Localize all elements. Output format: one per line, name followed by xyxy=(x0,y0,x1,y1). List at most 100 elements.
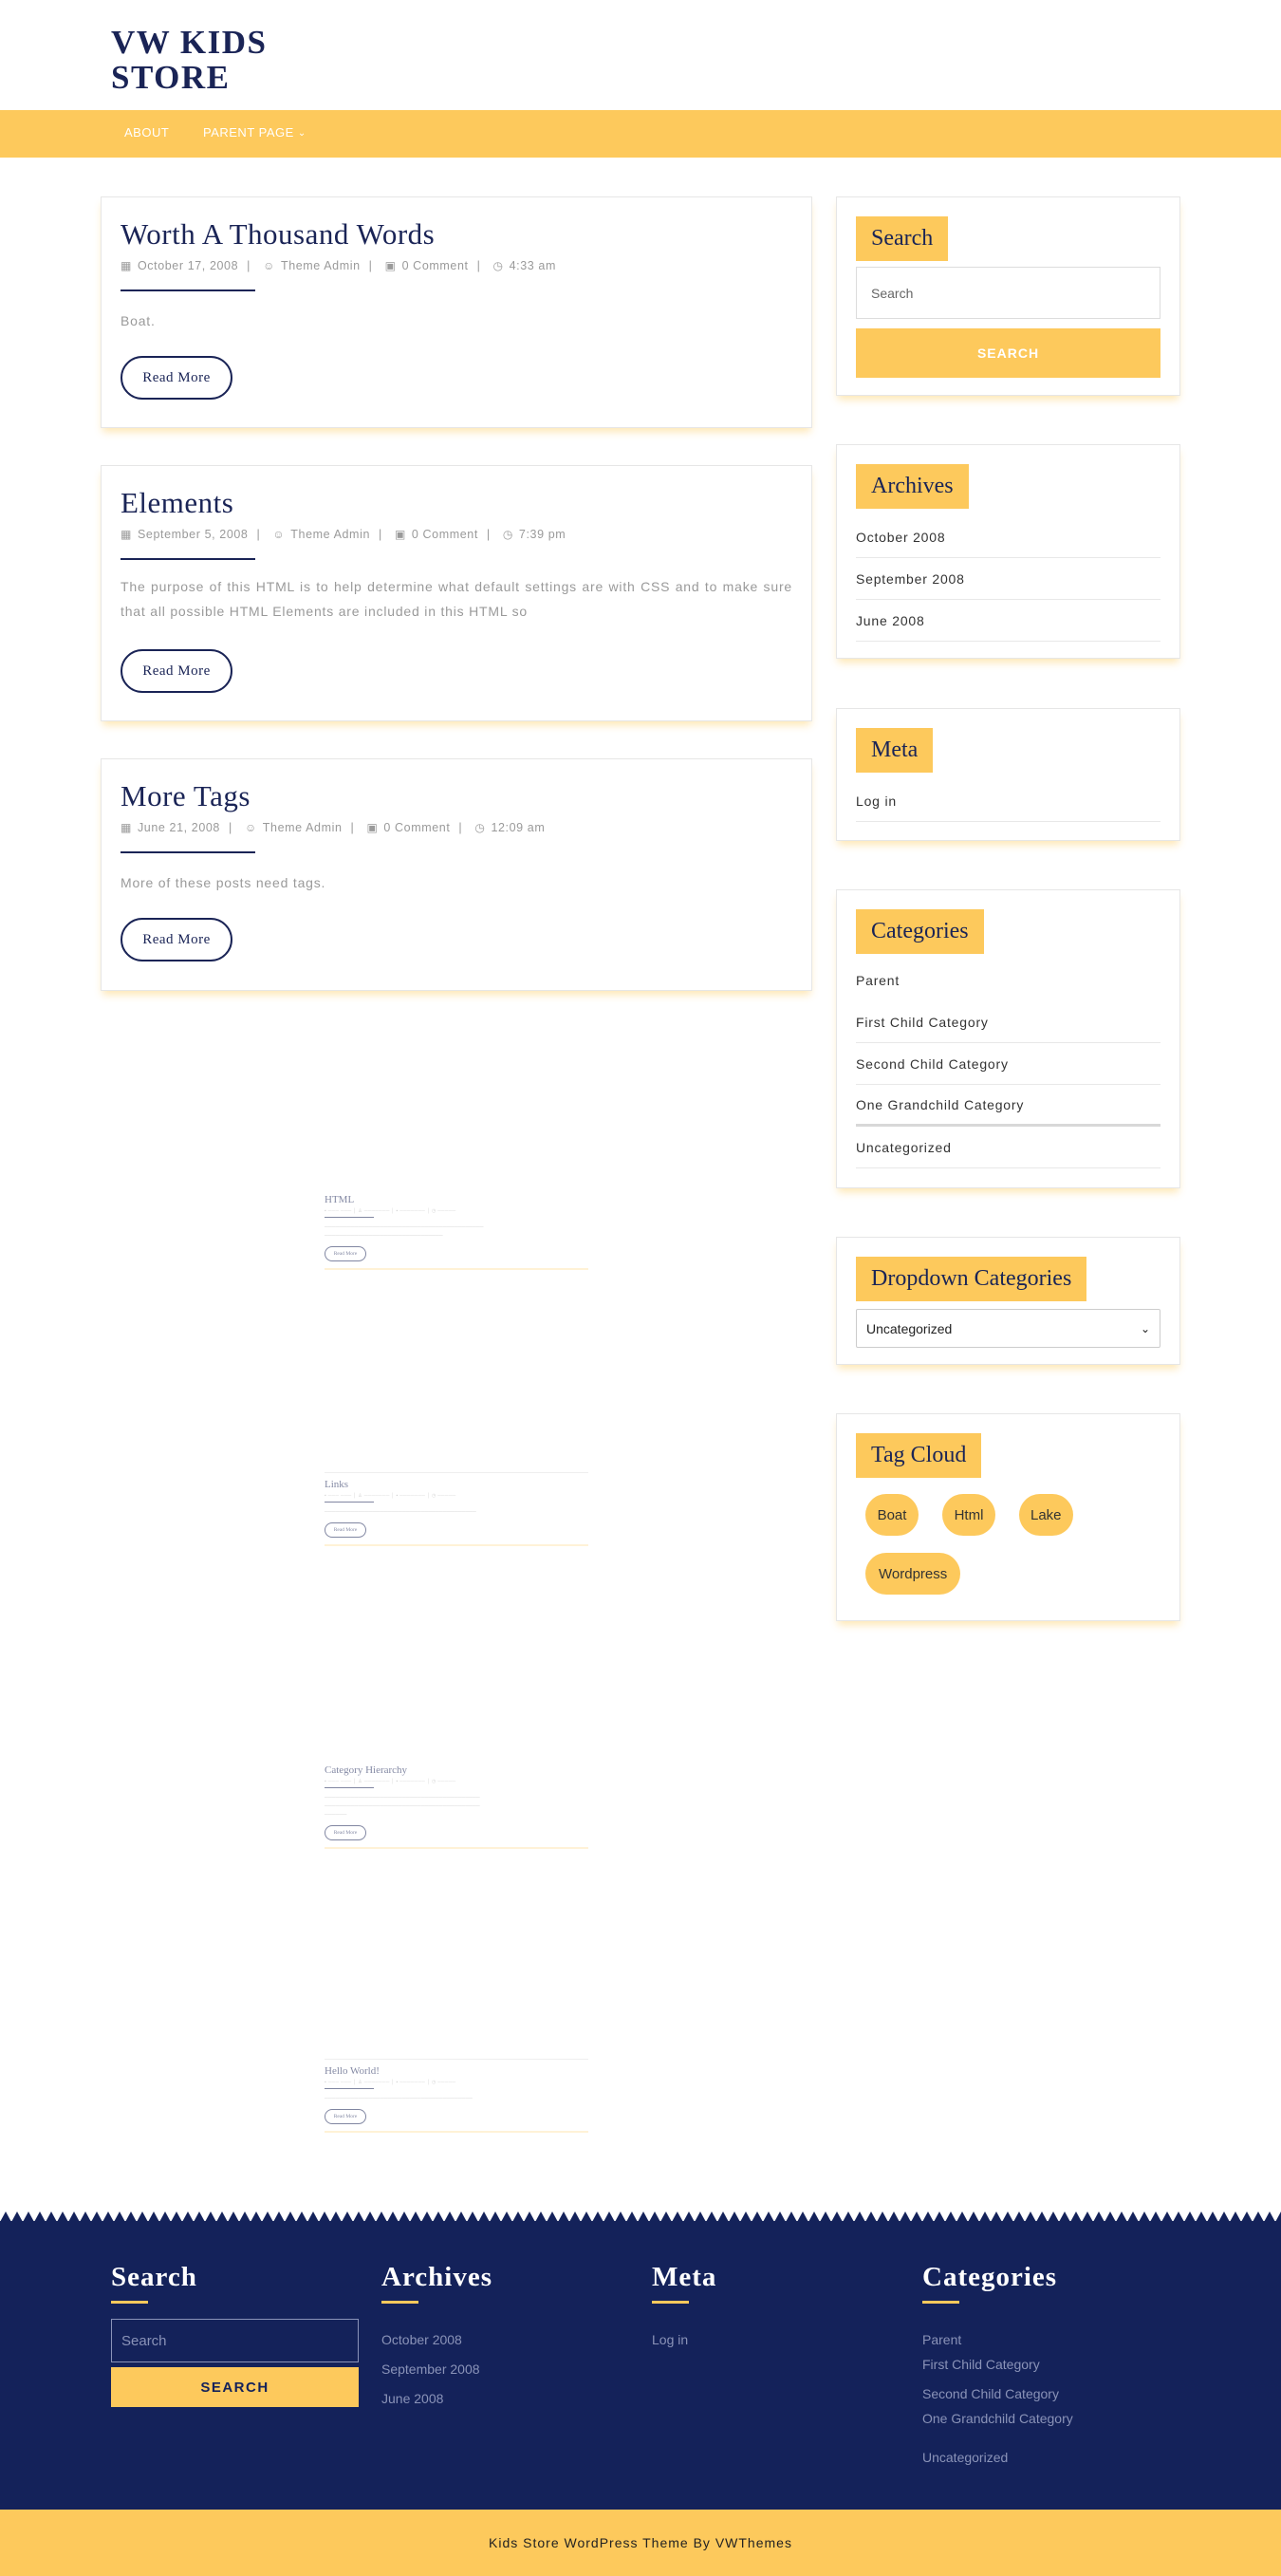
read-more-button[interactable]: Read More xyxy=(325,2109,366,2124)
site-header: VW KIDS STORE xyxy=(0,0,1281,110)
footer-category-link[interactable]: Parent xyxy=(922,2332,961,2347)
tag-link[interactable]: Boat xyxy=(865,1494,919,1536)
post-card: Worth A Thousand Words ▦ October 17, 2008… xyxy=(101,196,812,428)
title-underline xyxy=(121,558,255,560)
post-comments: 0 Comment xyxy=(401,259,469,272)
copyright-text[interactable]: Kids Store WordPress Theme By VWThemes xyxy=(489,2535,792,2550)
card-shadow xyxy=(325,1268,588,1270)
footer-search-input[interactable]: Search xyxy=(111,2319,359,2362)
post-meta: ▦ October 17, 2008 | ☺ Theme Admin | ▣ 0 Comm… xyxy=(121,259,556,272)
category-link[interactable]: Uncategorized xyxy=(856,1127,1160,1168)
post-title[interactable]: Hello World! xyxy=(325,2065,588,2077)
faded-post: Hello World! ▪ ─── ─── │ ♙ ─────── │ ▪ ─… xyxy=(325,2065,588,2133)
archives-list: October 2008 September 2008 June 2008 xyxy=(856,516,1160,642)
footer-meta-widget: Meta Log in xyxy=(652,2262,889,2452)
post-meta: ▦ June 21, 2008 | ☺ Theme Admin | ▣ 0 Comment… xyxy=(121,821,546,834)
widget-title: Dropdown Categories xyxy=(856,1257,1087,1301)
widget-title: Tag Cloud xyxy=(856,1433,982,1478)
title-underline xyxy=(381,2301,418,2304)
post-title[interactable]: Elements xyxy=(121,486,233,520)
category-link[interactable]: One Grandchild Category xyxy=(856,1085,1160,1127)
post-excerpt-placeholder: ────────────────────────────────────────… xyxy=(325,1509,476,1515)
post-excerpt: More of these posts need tags. xyxy=(121,875,326,890)
read-more-button[interactable]: Read More xyxy=(325,1522,366,1538)
category-link[interactable]: Parent xyxy=(856,960,1160,1001)
meta-link-login[interactable]: Log in xyxy=(856,780,1160,822)
card-top-border xyxy=(325,2059,588,2060)
category-link[interactable]: First Child Category xyxy=(856,1001,1160,1043)
search-widget: Search Search SEARCH xyxy=(836,196,1180,396)
post-time: 7:39 pm xyxy=(518,528,566,541)
footer-widget-title: Categories xyxy=(922,2262,1058,2292)
archive-link[interactable]: October 2008 xyxy=(856,516,1160,558)
widget-title: Meta xyxy=(856,728,934,773)
post-card: Elements ▦ September 5, 2008 | ☺ Theme Admi… xyxy=(101,465,812,721)
post-title[interactable]: Links xyxy=(325,1479,588,1490)
footer-search-button[interactable]: SEARCH xyxy=(111,2367,359,2407)
archive-link[interactable]: September 2008 xyxy=(856,558,1160,600)
tag-link[interactable]: Html xyxy=(942,1494,995,1536)
post-title[interactable]: Worth A Thousand Words xyxy=(121,217,435,252)
read-more-button[interactable]: Read More xyxy=(325,1825,366,1840)
main-navigation: ABOUT PARENT PAGE ⌄ xyxy=(0,110,1281,158)
footer-category-link[interactable]: Second Child Category xyxy=(922,2386,1059,2401)
post-excerpt: Boat. xyxy=(121,313,156,328)
post-time: 12:09 am xyxy=(491,821,546,834)
faded-post: HTML ▪ ─── ─── │ ♙ ─────── │ ▪ ─────── │… xyxy=(325,1194,588,1270)
chevron-down-icon: ⌄ xyxy=(1140,1321,1150,1335)
search-button[interactable]: SEARCH xyxy=(856,328,1160,378)
select-value: Uncategorized xyxy=(866,1320,953,1336)
read-more-button[interactable]: Read More xyxy=(121,918,232,961)
post-comments: 0 Comment xyxy=(411,528,478,541)
footer-archive-link[interactable]: September 2008 xyxy=(381,2361,480,2377)
nav-item-parent-page[interactable]: PARENT PAGE ⌄ xyxy=(203,125,306,140)
dropdown-categories-widget: Dropdown Categories Uncategorized ⌄ xyxy=(836,1237,1180,1365)
footer-category-link[interactable]: First Child Category xyxy=(922,2357,1040,2372)
footer-categories-widget: Categories Parent First Child Category S… xyxy=(922,2262,1169,2480)
archive-link[interactable]: June 2008 xyxy=(856,600,1160,642)
post-author: Theme Admin xyxy=(262,821,343,834)
title-underline xyxy=(121,851,255,853)
tag-link[interactable]: Lake xyxy=(1019,1494,1073,1536)
title-underline xyxy=(325,1502,374,1503)
category-select[interactable]: Uncategorized ⌄ xyxy=(856,1309,1160,1348)
categories-list: Parent First Child Category Second Child… xyxy=(856,960,1160,1168)
post-meta-placeholder: ▪ ─── ─── │ ♙ ─────── │ ▪ ─────── │ ◷ ──… xyxy=(325,1493,456,1499)
card-shadow xyxy=(325,2131,588,2133)
post-comments: 0 Comment xyxy=(383,821,451,834)
post-title[interactable]: More Tags xyxy=(121,779,251,813)
search-input[interactable]: Search xyxy=(856,267,1160,319)
categories-widget: Categories Parent First Child Category S… xyxy=(836,889,1180,1188)
footer-archives-widget: Archives October 2008 September 2008 Jun… xyxy=(381,2262,619,2452)
read-more-button[interactable]: Read More xyxy=(325,1246,366,1261)
calendar-icon: ▦ xyxy=(121,821,132,834)
tag-link[interactable]: Wordpress xyxy=(865,1553,961,1595)
post-meta-placeholder: ▪ ─── ─── │ ♙ ─────── │ ▪ ─────── │ ◷ ──… xyxy=(325,2080,456,2085)
title-underline xyxy=(325,1217,374,1218)
user-icon: ☺ xyxy=(272,528,286,541)
faded-post: Links ▪ ─── ─── │ ♙ ─────── │ ▪ ─────── … xyxy=(325,1479,588,1546)
title-underline xyxy=(325,2088,374,2089)
post-excerpt-placeholder: ────────────────────────────────────────… xyxy=(325,1795,480,1818)
read-more-button[interactable]: Read More xyxy=(121,649,232,693)
nav-label: ABOUT xyxy=(124,125,170,140)
post-meta-placeholder: ▪ ─── ─── │ ♙ ─────── │ ▪ ─────── │ ◷ ──… xyxy=(325,1779,456,1784)
footer-category-link[interactable]: One Grandchild Category xyxy=(922,2411,1073,2426)
comments-icon: ▣ xyxy=(384,259,397,272)
nav-item-about[interactable]: ABOUT xyxy=(124,125,169,140)
site-footer: Search Search SEARCH Archives October 20… xyxy=(0,2221,1281,2510)
footer-archive-link[interactable]: June 2008 xyxy=(381,2391,443,2406)
post-author: Theme Admin xyxy=(290,528,370,541)
category-link[interactable]: Second Child Category xyxy=(856,1043,1160,1085)
footer-archive-link[interactable]: October 2008 xyxy=(381,2332,462,2347)
faded-post: Category Hierarchy ▪ ─── ─── │ ♙ ───────… xyxy=(325,1764,588,1849)
chevron-down-icon: ⌄ xyxy=(297,128,306,139)
site-title[interactable]: VW KIDS STORE xyxy=(111,25,320,95)
read-more-button[interactable]: Read More xyxy=(121,356,232,400)
footer-meta-link-login[interactable]: Log in xyxy=(652,2332,688,2347)
post-title[interactable]: Category Hierarchy xyxy=(325,1764,588,1776)
comments-icon: ▣ xyxy=(394,528,406,541)
post-title[interactable]: HTML xyxy=(325,1194,588,1205)
widget-title: Archives xyxy=(856,464,969,509)
footer-category-link[interactable]: Uncategorized xyxy=(922,2450,1008,2465)
